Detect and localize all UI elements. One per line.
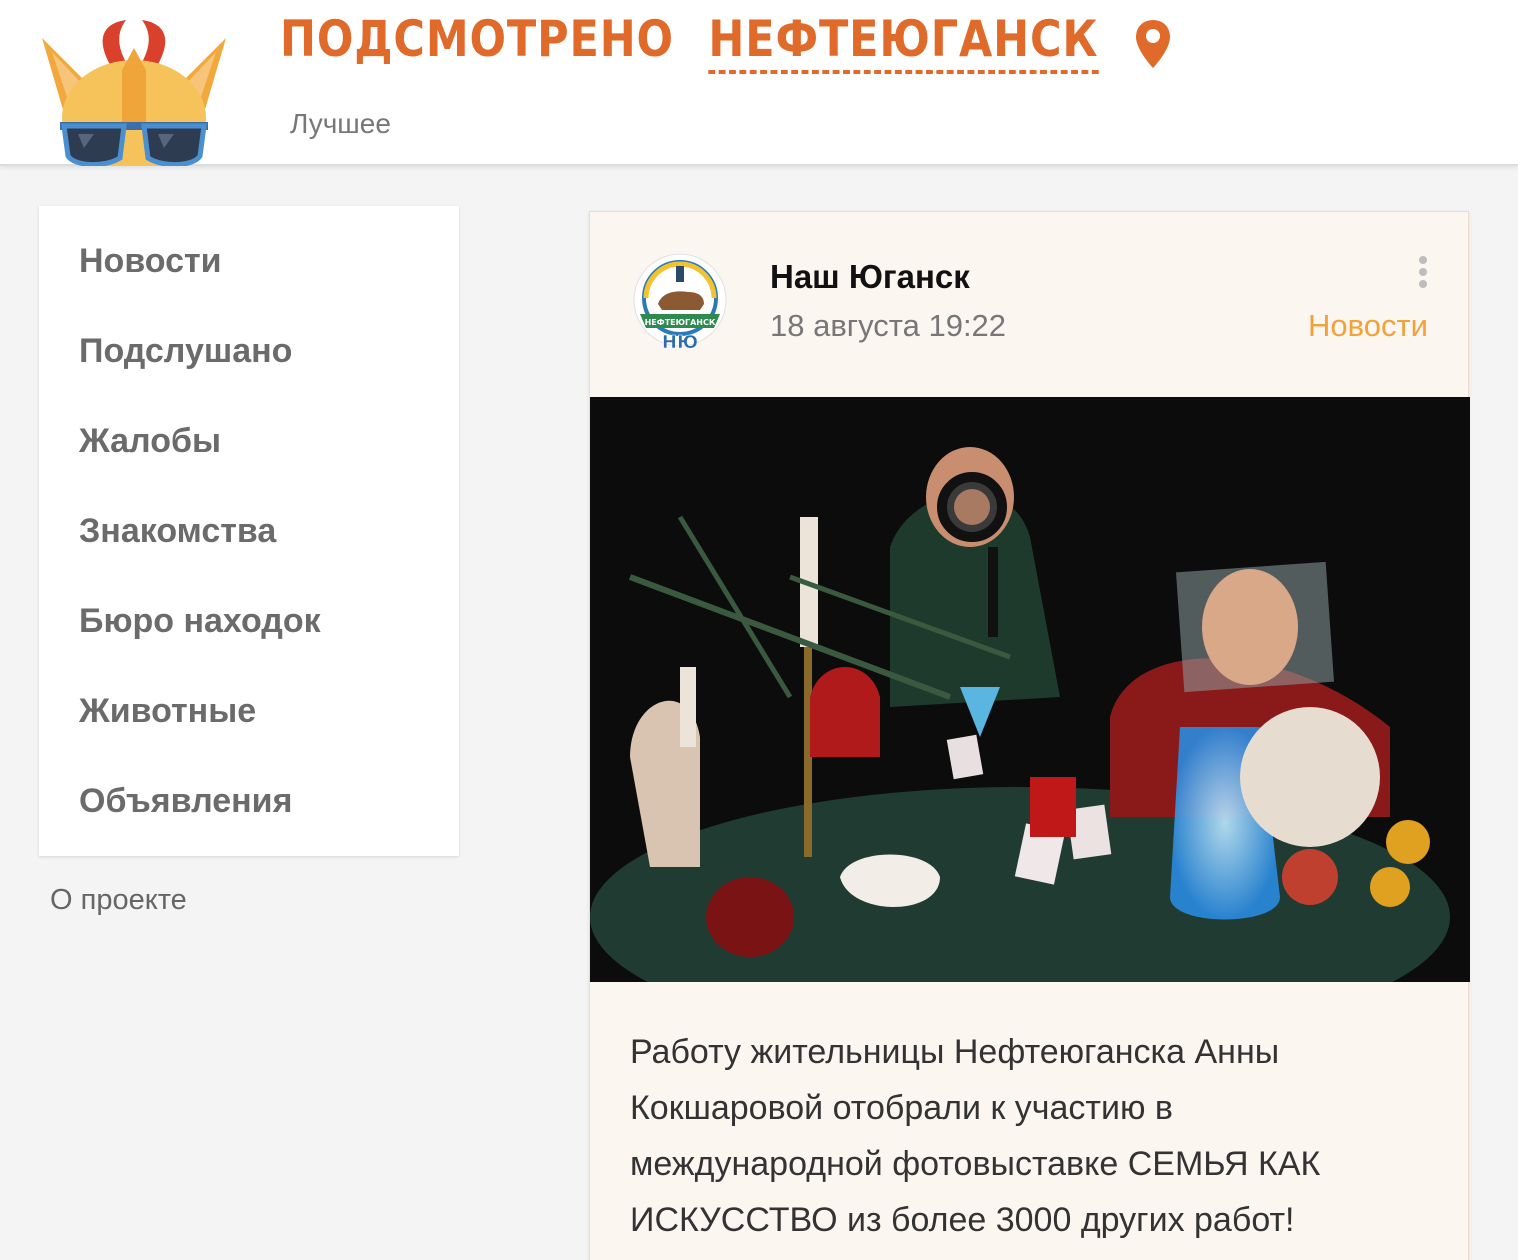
site-title: ПОДСМОТРЕНО НЕФТЕЮГАНСК <box>280 10 1099 80</box>
sidebar-item-news[interactable]: Новости <box>39 238 459 328</box>
sidebar-item-overheard[interactable]: Подслушано <box>39 328 459 418</box>
post-photo[interactable] <box>590 397 1470 982</box>
site-header: ПОДСМОТРЕНО НЕФТЕЮГАНСК Лучшее <box>0 0 1518 166</box>
post-card: НЕФТЕЮГАНСК НЮ Наш Юганск 18 августа 19:… <box>589 211 1470 1260</box>
sidebar-item-lost-and-found[interactable]: Бюро находок <box>39 598 459 688</box>
sidebar-item-ads[interactable]: Объявления <box>39 778 459 868</box>
post-category-link[interactable]: Новости <box>1308 308 1428 344</box>
site-title-prefix: ПОДСМОТРЕНО <box>280 10 674 68</box>
avatar-text-bottom: НЮ <box>662 332 698 353</box>
avatar-text-top: НЕФТЕЮГАНСК <box>645 318 716 327</box>
city-selector[interactable]: НЕФТЕЮГАНСК <box>708 10 1099 74</box>
post-author[interactable]: Наш Юганск <box>770 258 970 296</box>
sidebar-item-dating[interactable]: Знакомства <box>39 508 459 598</box>
post-date: 18 августа 19:22 <box>770 308 1007 343</box>
sidebar-item-animals[interactable]: Животные <box>39 688 459 778</box>
sidebar-item-complaints[interactable]: Жалобы <box>39 418 459 508</box>
author-avatar[interactable]: НЕФТЕЮГАНСК НЮ <box>632 252 728 356</box>
nav-best-link[interactable]: Лучшее <box>290 108 391 140</box>
post-text: Работу жительницы Нефтеюганска Анны Кокш… <box>630 1033 1321 1239</box>
kebab-menu-icon[interactable] <box>1408 252 1438 296</box>
sidebar-menu: Новости Подслушано Жалобы Знакомства Бюр… <box>39 206 459 856</box>
about-project-link[interactable]: О проекте <box>50 884 187 917</box>
location-pin-icon[interactable] <box>1134 18 1172 70</box>
mascot-logo-icon[interactable] <box>34 18 234 166</box>
